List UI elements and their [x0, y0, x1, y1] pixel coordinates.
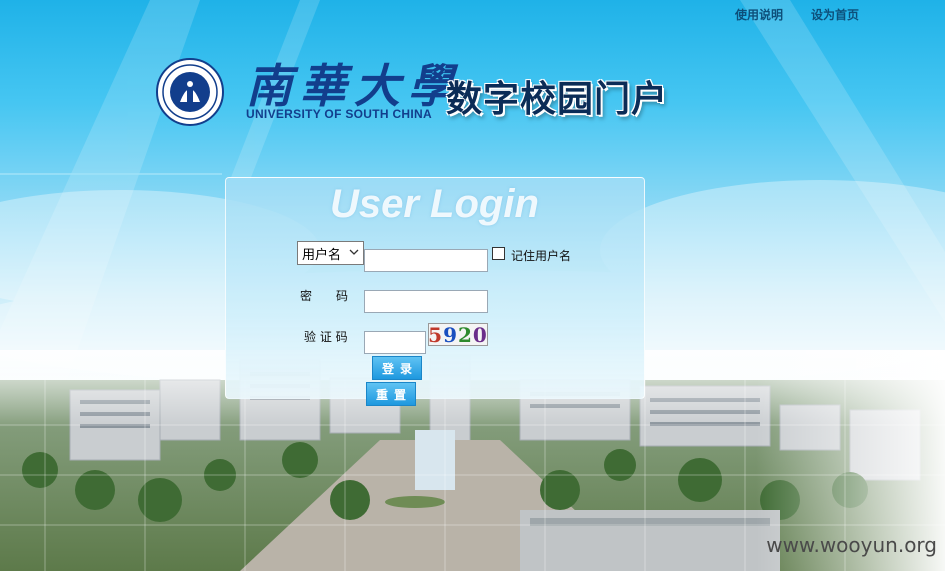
- captcha-digit: 9: [443, 323, 458, 346]
- captcha-digit: 0: [472, 323, 488, 346]
- university-emblem-icon: [156, 58, 224, 126]
- captcha-digit: 2: [458, 323, 473, 346]
- watermark: www.wooyun.org: [766, 533, 937, 557]
- set-homepage-link[interactable]: 设为首页: [811, 6, 859, 23]
- portal-title: 数字校园门户: [446, 79, 669, 120]
- remember-username-label: 记住用户名: [511, 249, 572, 263]
- top-links: 使用说明 设为首页: [735, 6, 859, 23]
- remember-username-checkbox[interactable]: [492, 247, 505, 260]
- chevron-down-icon: [349, 249, 359, 255]
- account-type-selected: 用户名: [302, 247, 342, 263]
- username-input[interactable]: [364, 249, 488, 272]
- captcha-digit: 5: [428, 323, 444, 346]
- captcha-image[interactable]: 5 9 2 0: [428, 323, 488, 346]
- password-label: 密 码: [300, 289, 349, 303]
- captcha-label: 验 证 码: [304, 330, 348, 344]
- password-input[interactable]: [364, 290, 488, 313]
- account-type-select[interactable]: 用户名: [297, 241, 364, 265]
- reset-button[interactable]: 重置: [366, 382, 416, 406]
- login-title: User Login: [330, 182, 539, 226]
- login-button[interactable]: 登录: [372, 356, 422, 380]
- captcha-input[interactable]: [364, 331, 426, 354]
- help-link[interactable]: 使用说明: [735, 6, 783, 23]
- university-english-name: UNIVERSITY OF SOUTH CHINA: [246, 107, 432, 121]
